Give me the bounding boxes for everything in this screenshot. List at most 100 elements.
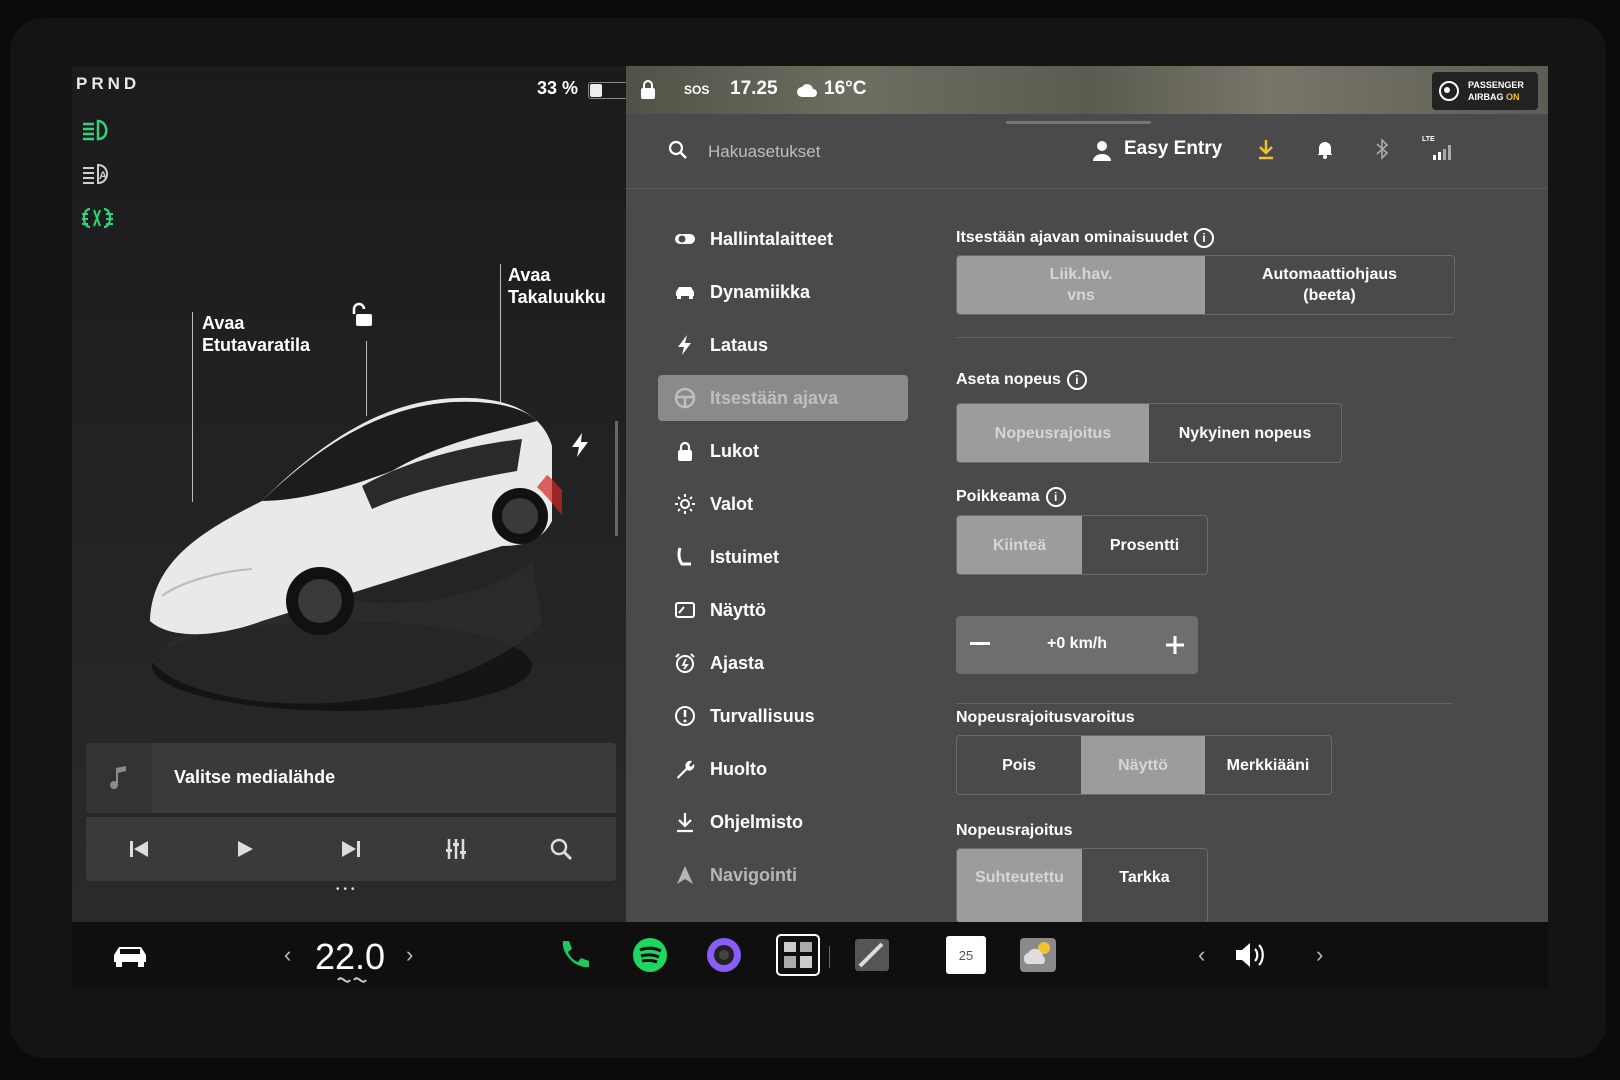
info-icon[interactable]: i — [1194, 228, 1215, 248]
vehicle-render[interactable] — [142, 391, 562, 731]
media-source-selector[interactable]: Valitse medialähde — [86, 743, 616, 813]
nav-item-hallintalaitteet[interactable]: Hallintalaitteet — [658, 216, 908, 262]
bolt-icon — [678, 335, 691, 355]
set-speed-heading: Aseta nopeus i — [956, 370, 1087, 390]
driver-profile-button[interactable]: Easy Entry — [1124, 138, 1222, 160]
phone-icon[interactable] — [554, 936, 594, 974]
auto-headlight-icon: A — [83, 163, 108, 185]
bell-icon[interactable] — [1316, 139, 1334, 159]
section-title: Aseta nopeus — [956, 371, 1061, 389]
dashcam-icon[interactable] — [852, 936, 892, 974]
offset-selector: Kiinteä Prosentti — [956, 515, 1208, 575]
download-icon — [677, 813, 693, 833]
temp-down-chevron[interactable]: ‹ — [284, 942, 291, 968]
car-icon — [676, 287, 694, 299]
safety-icon — [675, 706, 695, 726]
airbag-state: ON — [1506, 92, 1520, 102]
gear-indicator: PRND — [76, 74, 141, 93]
nav-item-navigointi[interactable]: Navigointi — [658, 852, 908, 898]
open-trunk-button[interactable]: Avaa Takaluukku — [508, 264, 606, 308]
nav-label: Istuimet — [710, 547, 780, 567]
nav-label: Hallintalaitteet — [710, 229, 834, 249]
bluetooth-icon[interactable] — [1374, 138, 1390, 160]
info-icon[interactable]: i — [1045, 487, 1066, 507]
option-percent[interactable]: Prosentti — [1082, 516, 1207, 574]
option-display[interactable]: Näyttö — [1081, 736, 1205, 794]
play-icon[interactable] — [229, 835, 259, 863]
display-icon — [675, 602, 695, 618]
spotify-icon[interactable] — [630, 936, 670, 974]
nav-item-istuimet[interactable]: Istuimet — [658, 534, 908, 580]
nav-item-turvallisuus[interactable]: Turvallisuus — [658, 693, 908, 739]
page-dots: ••• — [336, 884, 359, 895]
plus-button[interactable] — [1164, 634, 1186, 656]
outside-temperature: 16°C — [824, 78, 867, 99]
profile-icon — [1093, 141, 1111, 161]
volume-down-chevron[interactable]: ‹ — [1198, 942, 1205, 968]
nav-label: Itsestään ajava — [710, 388, 839, 408]
volume-up-chevron[interactable]: › — [1316, 942, 1323, 968]
speed-limit-selector: Suhteutettu Tarkka — [956, 848, 1208, 923]
dock-divider — [829, 946, 830, 968]
divider — [956, 703, 1453, 704]
nav-item-ohjelmisto[interactable]: Ohjelmisto — [658, 799, 908, 845]
lock-icon — [678, 441, 692, 461]
option-off[interactable]: Pois — [957, 736, 1081, 794]
option-traffic-aware-cruise[interactable]: Liik.hav. vns — [957, 256, 1205, 314]
nav-item-huolto[interactable]: Huolto — [658, 746, 908, 792]
nav-item-dynamiikka[interactable]: Dynamiikka — [658, 269, 908, 315]
option-chime[interactable]: Merkkiääni — [1205, 736, 1331, 794]
unlock-icon[interactable] — [350, 302, 378, 330]
option-autosteer[interactable]: Automaattiohjaus (beeta) — [1205, 256, 1454, 314]
calendar-icon[interactable]: 25 — [946, 936, 986, 974]
lock-status-icon — [641, 80, 655, 99]
info-icon[interactable]: i — [1066, 370, 1087, 390]
nav-label: Valot — [710, 494, 754, 514]
nav-label: Lataus — [710, 335, 769, 355]
nav-label: Dynamiikka — [710, 282, 811, 302]
media-controls — [86, 817, 616, 881]
nav-item-ajasta[interactable]: Ajasta — [658, 640, 908, 686]
toybox-icon[interactable] — [776, 934, 820, 976]
option-speed-limit[interactable]: Nopeusrajoitus — [957, 404, 1149, 462]
charge-port-icon[interactable] — [569, 432, 591, 458]
nav-item-lukot[interactable]: Lukot — [658, 428, 908, 474]
option-relative[interactable]: Suhteutettu — [957, 849, 1082, 923]
seat-heater-icon[interactable] — [336, 974, 368, 986]
nav-item-valot[interactable]: Valot — [658, 481, 908, 527]
equalizer-icon[interactable] — [441, 835, 471, 863]
trunk-pointer-line — [500, 264, 501, 404]
media-search-icon[interactable] — [546, 835, 576, 863]
weather-app-icon[interactable] — [1018, 936, 1058, 974]
settings-header: Hakuasetukset Easy Entry LTE — [626, 114, 1548, 189]
airbag-line1: PASSENGER — [1468, 80, 1524, 90]
cellular-signal-icon — [1433, 145, 1451, 160]
navigation-icon — [677, 866, 693, 884]
previous-track-icon[interactable] — [124, 835, 154, 863]
nav-label: Ajasta — [710, 653, 765, 673]
option-current-speed[interactable]: Nykyinen nopeus — [1149, 404, 1341, 462]
nav-item-lataus[interactable]: Lataus — [658, 322, 908, 368]
cabin-temperature[interactable]: 22.0 — [315, 936, 385, 978]
airbag-line2: AIRBAG — [1468, 92, 1504, 102]
nav-item-itsestaan-ajava[interactable]: Itsestään ajava — [658, 375, 908, 421]
panel-scroll-indicator — [615, 421, 618, 536]
sos-indicator: SOS — [684, 83, 710, 97]
option-fixed[interactable]: Kiinteä — [957, 516, 1082, 574]
section-title: Itsestään ajavan ominaisuudet — [956, 229, 1189, 247]
next-track-icon[interactable] — [336, 835, 366, 863]
camera-icon[interactable] — [704, 936, 744, 974]
offset-heading: Poikkeama i — [956, 487, 1066, 507]
settings-search-input[interactable]: Hakuasetukset — [708, 142, 820, 162]
temp-up-chevron[interactable]: › — [406, 942, 413, 968]
nav-item-naytto[interactable]: Näyttö — [658, 587, 908, 633]
open-frunk-button[interactable]: Avaa Etutavaratila — [202, 312, 310, 356]
option-absolute[interactable]: Tarkka — [1082, 849, 1207, 923]
download-icon[interactable] — [1256, 138, 1276, 160]
svg-text:A: A — [99, 170, 107, 182]
self-driving-features-heading: Itsestään ajavan ominaisuudet i — [956, 228, 1215, 248]
cloud-icon — [797, 84, 817, 97]
airbag-icon — [1439, 81, 1459, 101]
volume-icon[interactable] — [1232, 936, 1272, 974]
car-controls-icon[interactable] — [110, 936, 150, 974]
